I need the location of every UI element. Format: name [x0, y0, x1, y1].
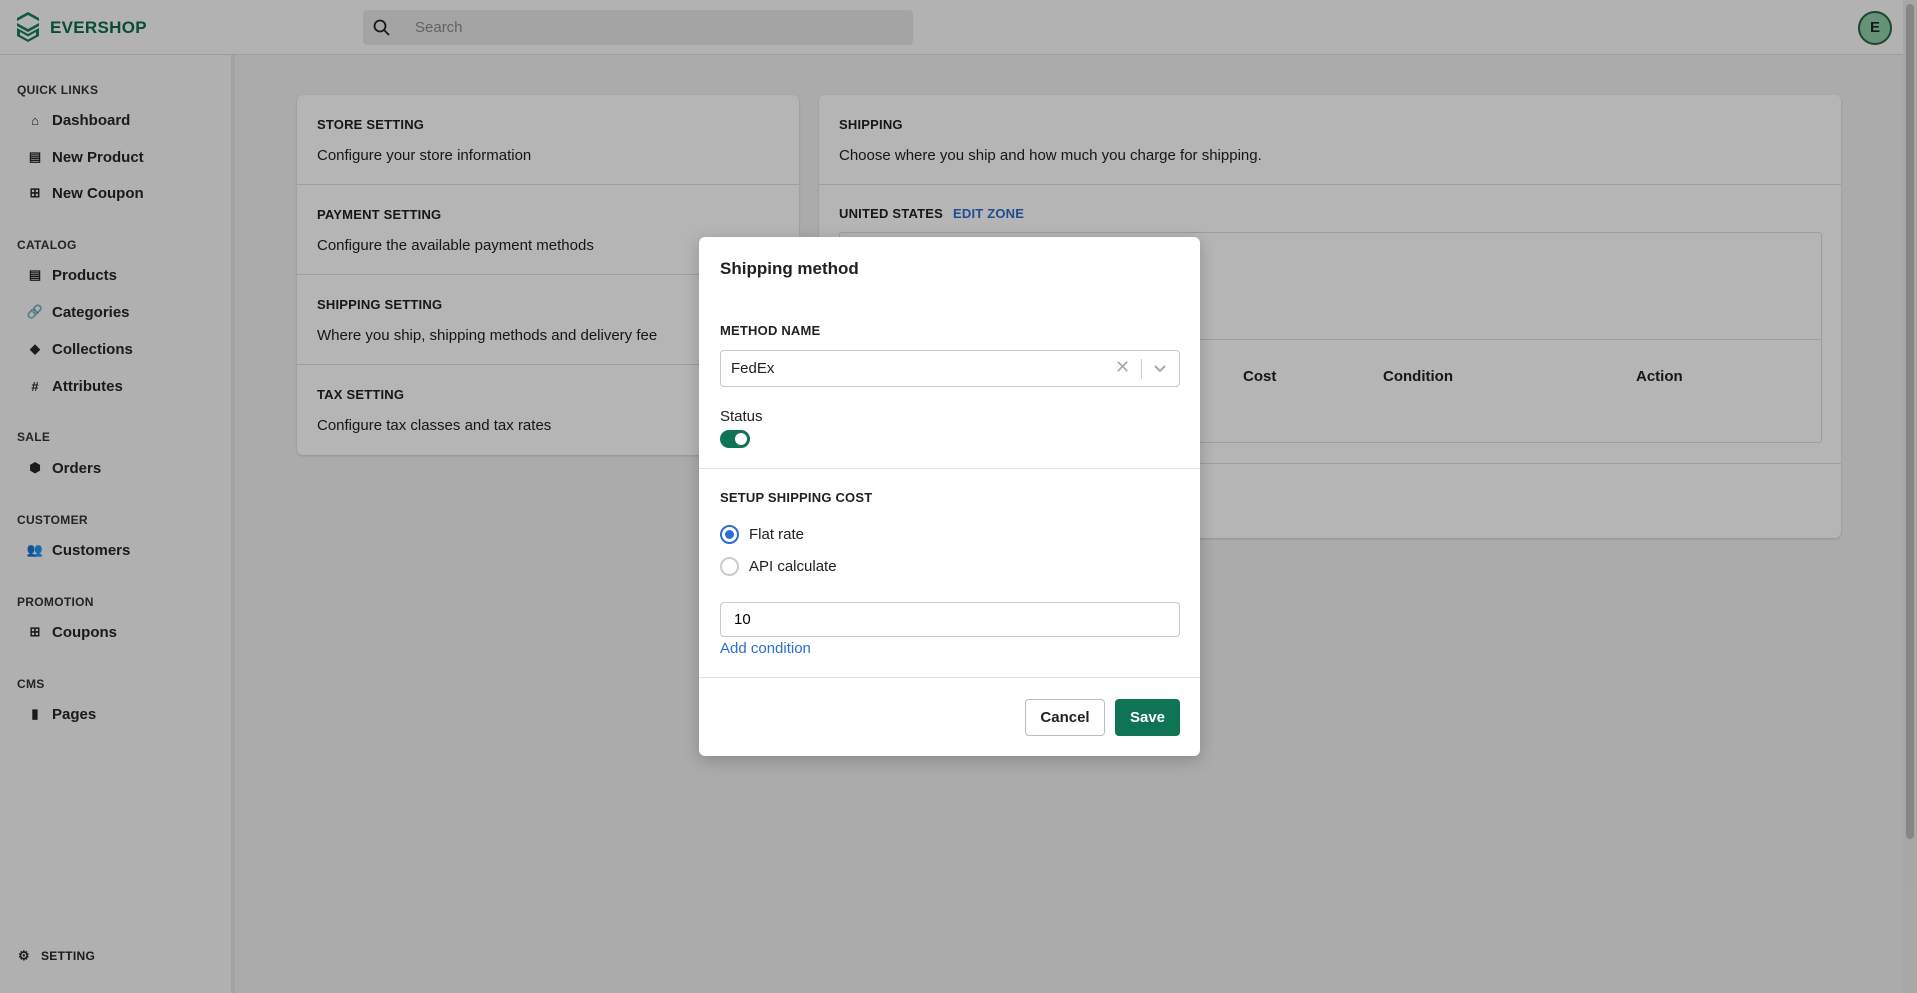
clear-icon[interactable]: ✕ [1115, 357, 1130, 378]
select-separator [1141, 359, 1142, 379]
radio-flat-rate[interactable]: Flat rate [720, 525, 804, 544]
cancel-button[interactable]: Cancel [1025, 699, 1105, 736]
status-label: Status [720, 408, 763, 425]
shipping-cost-input[interactable] [720, 602, 1180, 637]
method-name-select[interactable]: FedEx ✕ [720, 350, 1180, 387]
radio-api-calculate[interactable]: API calculate [720, 557, 837, 576]
add-condition-link[interactable]: Add condition [720, 640, 811, 657]
chevron-down-icon[interactable] [1153, 364, 1167, 374]
radio-label: Flat rate [749, 526, 805, 543]
save-button[interactable]: Save [1115, 699, 1180, 736]
method-name-value: FedEx [731, 360, 775, 377]
toggle-knob [735, 433, 747, 445]
method-name-label: METHOD NAME [720, 323, 821, 338]
status-toggle[interactable] [720, 430, 750, 448]
radio-unchecked-icon[interactable] [720, 557, 739, 576]
divider [699, 468, 1200, 469]
divider [699, 677, 1200, 678]
shipping-method-modal: Shipping method METHOD NAME FedEx ✕ Stat… [699, 237, 1200, 756]
radio-checked-icon[interactable] [720, 525, 739, 544]
radio-label: API calculate [749, 558, 837, 575]
setup-shipping-cost-label: SETUP SHIPPING COST [720, 490, 873, 505]
modal-title: Shipping method [720, 259, 859, 278]
